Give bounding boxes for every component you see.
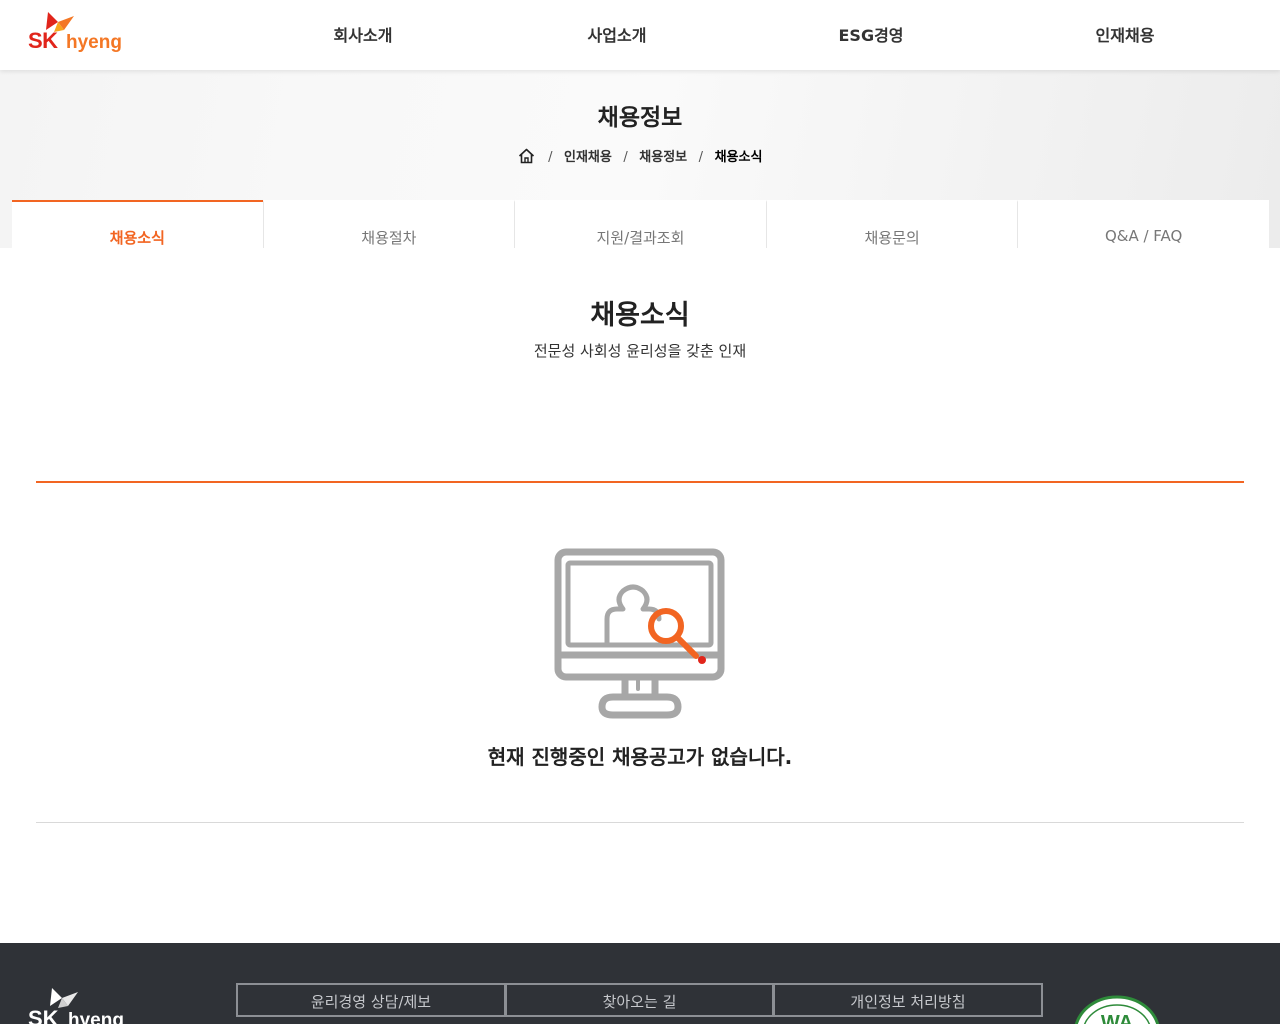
section-subtitle: 전문성 사회성 윤리성을 갖춘 인재 [533,342,747,360]
tab-apply-result[interactable]: 지원/결과조회 [514,200,766,248]
breadcrumb: / 인재채용 / 채용정보 / 채용소식 [0,146,1280,165]
section-title: 채용소식 [590,300,690,331]
footer-links: 윤리경영 상담/제보 찾아오는 길 개인정보 처리방침 [236,983,1043,1017]
breadcrumb-item-current[interactable]: 채용소식 [715,150,763,165]
breadcrumb-item-recruit-info[interactable]: 채용정보 [639,150,687,165]
site-footer: SK hyeng 윤리경영 상담/제보 찾아오는 길 개인정보 처리방침 WA [0,943,1280,1024]
nav-item-company[interactable]: 회사소개 [293,22,433,46]
wa-certification-mark: WA [1074,995,1160,1024]
footer-logo-sk-text: SK [28,1006,59,1024]
tab-recruit-inquiry[interactable]: 채용문의 [765,200,1018,248]
sub-tabs: 채용소식 채용절차 지원/결과조회 채용문의 Q&A / FAQ [12,200,1269,248]
nav-item-business[interactable]: 사업소개 [547,22,687,46]
tab-recruit-news[interactable]: 채용소식 [12,200,263,248]
nav-item-recruit[interactable]: 인재채용 [1055,22,1195,46]
main-nav: 회사소개 사업소개 ESG경영 인재채용 [0,0,1280,70]
breadcrumb-separator: / [548,150,553,165]
footer-logo-hyeng-text: hyeng [68,1010,124,1024]
list-top-divider [36,481,1244,483]
list-bottom-divider [36,822,1244,823]
tab-recruit-process[interactable]: 채용절차 [262,200,515,248]
site-header: SK hyeng 회사소개 사업소개 ESG경영 인재채용 [0,0,1280,70]
footer-link-privacy-policy[interactable]: 개인정보 처리방침 [773,983,1043,1017]
home-icon[interactable] [518,148,535,164]
monitor-search-icon [554,548,725,719]
page-title: 채용정보 [597,105,683,131]
breadcrumb-separator: / [623,150,628,165]
tab-qna-faq[interactable]: Q&A / FAQ [1017,200,1269,248]
footer-link-directions[interactable]: 찾아오는 길 [505,983,774,1017]
breadcrumb-item-recruit[interactable]: 인재채용 [564,150,612,165]
empty-list-message: 현재 진행중인 채용공고가 없습니다. [487,745,793,769]
footer-logo[interactable]: SK hyeng [28,986,138,1024]
nav-item-esg[interactable]: ESG경영 [801,22,941,46]
breadcrumb-separator: / [698,150,704,165]
wa-mark-text: WA [1101,1012,1133,1024]
footer-link-ethics-report[interactable]: 윤리경영 상담/제보 [236,983,506,1017]
